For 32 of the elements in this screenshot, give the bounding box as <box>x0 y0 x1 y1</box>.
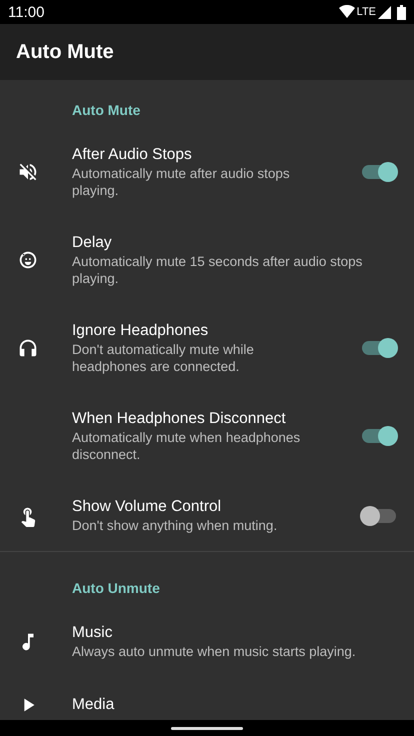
toggle-switch[interactable] <box>360 506 398 526</box>
home-handle[interactable] <box>171 726 243 730</box>
setting-title: Media <box>72 695 116 715</box>
network-type: LTE <box>356 6 376 18</box>
toggle-switch[interactable] <box>360 426 398 446</box>
setting-summary: Don't automatically mute while headphones are connected. <box>72 341 255 375</box>
setting-title: When Headphones Disconnect <box>72 409 287 429</box>
wifi-icon <box>338 5 355 19</box>
setting-summary: Always auto unmute when music starts playing. <box>72 643 357 660</box>
section-header: Auto Unmute <box>71 579 161 598</box>
mute-icon <box>17 161 39 183</box>
switch-thumb[interactable] <box>378 338 398 358</box>
setting-title: Delay <box>72 233 113 253</box>
clock: 11:00 <box>8 4 46 20</box>
toggle-switch[interactable] <box>360 338 398 358</box>
app-title: Auto Mute <box>16 40 114 64</box>
headphones-icon <box>17 337 39 359</box>
setting-summary: Automatically mute 15 seconds after audio stops playing. <box>72 253 364 287</box>
setting-summary: Automatically mute after audio stops playing. <box>72 165 291 199</box>
toggle-switch[interactable] <box>360 162 398 182</box>
signal-icon <box>378 6 391 18</box>
battery-icon <box>397 4 406 20</box>
section-header: Auto Mute <box>71 101 142 120</box>
switch-thumb[interactable] <box>378 426 398 446</box>
switch-thumb[interactable] <box>378 162 398 182</box>
setting-summary: Automatically mute when headphones disconnect. <box>72 429 302 463</box>
switch-thumb[interactable] <box>360 506 380 526</box>
setting-title: Music <box>72 623 114 643</box>
setting-summary: Don't show anything when muting. <box>72 517 278 534</box>
setting-title: Ignore Headphones <box>72 321 210 341</box>
setting-title: Show Volume Control <box>72 497 222 517</box>
setting-title: After Audio Stops <box>72 145 193 165</box>
